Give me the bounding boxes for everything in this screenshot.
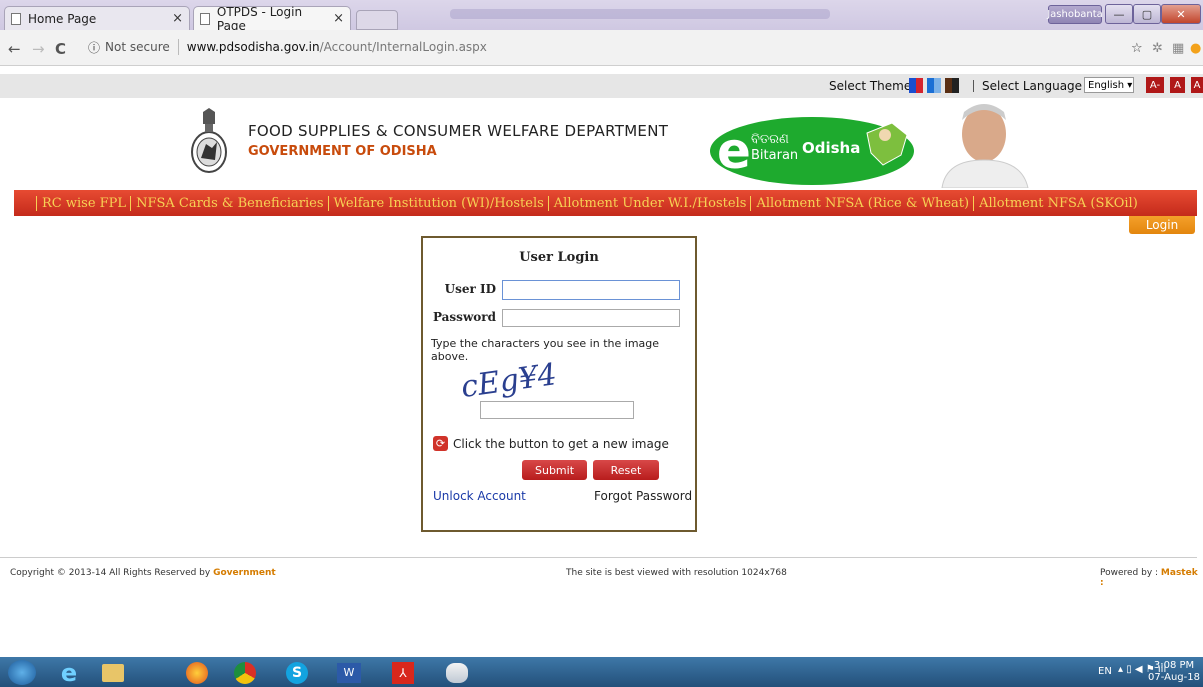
accessibility-bar: Select Theme Select Language English ▾ A… — [0, 74, 1203, 98]
state-emblem-icon — [191, 108, 227, 173]
firefox-icon[interactable] — [180, 660, 214, 685]
footer-divider — [0, 557, 1197, 558]
copyright-text: Copyright © 2013-14 All Rights Reserved … — [10, 568, 276, 578]
menu-item-allotment-wi[interactable]: Allotment Under W.I./Hostels — [547, 195, 751, 211]
font-normal-button[interactable]: A — [1170, 77, 1185, 93]
menu-item-allotment-skoil[interactable]: Allotment NFSA (SKOil) — [973, 195, 1142, 211]
page-icon — [11, 12, 21, 25]
user-id-input[interactable] — [502, 280, 680, 300]
user-id-label: User ID — [444, 282, 496, 296]
government-title: GOVERNMENT OF ODISHA — [248, 144, 437, 159]
info-icon[interactable]: ⓘ — [88, 39, 100, 56]
menu-item-welfare-institution[interactable]: Welfare Institution (WI)/Hostels — [327, 195, 548, 211]
font-decrease-button[interactable]: A- — [1146, 77, 1164, 93]
start-button-icon[interactable] — [8, 660, 36, 685]
chief-minister-photo — [936, 98, 1036, 188]
select-theme-label: Select Theme — [829, 79, 912, 93]
warning-icon[interactable]: ● — [1190, 41, 1201, 56]
main-menu: RC wise FPL NFSA Cards & Beneficiaries W… — [14, 190, 1197, 216]
login-title: User Login — [519, 250, 599, 265]
clock-date: 07-Aug-18 — [1148, 672, 1200, 683]
profile-badge[interactable]: Jashobanta — [1047, 5, 1103, 24]
login-tab-button[interactable]: Login — [1129, 216, 1195, 234]
logo-bitaran: Bitaran — [751, 148, 798, 163]
close-tab-icon[interactable]: × — [333, 11, 344, 26]
page-icon — [200, 12, 210, 25]
copyright-prefix: Copyright © 2013-14 All Rights Reserved … — [10, 568, 214, 578]
forgot-password-link[interactable]: Forgot Password — [594, 489, 692, 503]
captcha-image: cEg¥4 — [459, 357, 559, 402]
logo-odia: ବିତରଣ — [751, 132, 789, 147]
logo-odisha: Odisha — [802, 139, 860, 157]
menu-item-rc-wise-fpl[interactable]: RC wise FPL — [36, 195, 130, 211]
close-tab-icon[interactable]: × — [172, 11, 183, 26]
security-label: Not secure — [105, 40, 170, 54]
maximize-icon[interactable]: ▢ — [1133, 4, 1161, 24]
file-explorer-icon[interactable] — [96, 660, 130, 685]
powered-prefix: Powered by : — [1100, 568, 1161, 578]
system-clock[interactable]: 3:08 PM 07-Aug-18 — [1148, 660, 1200, 684]
powered-by-text: Powered by : Mastek : — [1100, 568, 1203, 588]
clock-time: 3:08 PM — [1153, 660, 1195, 671]
word-icon[interactable]: W — [332, 660, 366, 685]
address-bar[interactable]: ⓘ Not secure www.pdsodisha.gov.in/Accoun… — [88, 35, 1108, 59]
skype-icon[interactable]: S — [280, 660, 314, 685]
unlock-account-link[interactable]: Unlock Account — [433, 489, 526, 503]
input-language[interactable]: EN — [1098, 666, 1112, 677]
reset-button[interactable]: Reset — [593, 460, 659, 480]
menu-item-nfsa-cards[interactable]: NFSA Cards & Beneficiaries — [130, 195, 327, 211]
password-label: Password — [432, 310, 496, 324]
theme-swatch-blue2[interactable] — [927, 78, 934, 93]
theme-swatch-red[interactable] — [916, 78, 923, 93]
url-host: www.pdsodisha.gov.in — [186, 40, 320, 54]
refresh-captcha-text: Click the button to get a new image — [453, 437, 669, 451]
menu-item-allotment-rice-wheat[interactable]: Allotment NFSA (Rice & Wheat) — [750, 195, 973, 211]
extension-icon[interactable]: ✲ — [1152, 41, 1163, 56]
submit-button[interactable]: Submit — [522, 460, 587, 480]
back-icon[interactable]: ← — [8, 40, 21, 58]
captcha-text: cEg¥4 — [459, 357, 559, 402]
window-title-blur — [450, 9, 830, 19]
url-path: /Account/InternalLogin.aspx — [319, 40, 487, 54]
theme-swatch-dark[interactable] — [952, 78, 959, 93]
tab-label: Home Page — [28, 11, 97, 26]
tab-home-page[interactable]: Home Page × — [4, 6, 190, 30]
tab-label: OTPDS - Login Page — [216, 4, 303, 33]
close-window-icon[interactable]: ✕ — [1161, 4, 1201, 24]
theme-swatch-brown[interactable] — [945, 78, 952, 93]
forward-icon[interactable]: → — [32, 40, 45, 58]
tab-otpds-login[interactable]: OTPDS - Login Page × — [193, 4, 351, 33]
language-select[interactable]: English ▾ — [1084, 77, 1134, 93]
new-tab-button[interactable] — [356, 10, 398, 30]
chrome-icon[interactable] — [228, 660, 262, 685]
captcha-input[interactable] — [480, 401, 634, 419]
reload-icon[interactable]: C — [55, 40, 66, 58]
department-title: FOOD SUPPLIES & CONSUMER WELFARE DEPARTM… — [248, 122, 669, 140]
acrobat-icon[interactable]: ⅄ — [386, 660, 420, 685]
divider — [973, 80, 974, 92]
paint-icon[interactable] — [440, 660, 474, 685]
theme-swatch-lightblue[interactable] — [934, 78, 941, 93]
bookmark-star-icon[interactable]: ☆ — [1131, 41, 1143, 56]
government-link[interactable]: Government — [213, 568, 276, 578]
internet-explorer-icon[interactable]: e — [52, 659, 86, 687]
refresh-captcha-icon[interactable]: ⟳ — [433, 436, 448, 451]
password-input[interactable] — [502, 309, 680, 327]
divider — [177, 39, 179, 55]
font-increase-button[interactable]: A — [1191, 77, 1203, 93]
extension-icon[interactable]: ▦ — [1172, 41, 1184, 56]
e-bitaran-odisha-logo: e ବିତରଣ Bitaran Odisha — [710, 117, 914, 185]
logo-e: e — [717, 122, 751, 180]
login-panel: User Login User ID Password Type the cha… — [421, 236, 697, 532]
select-language-label: Select Language — [982, 79, 1083, 93]
resolution-note: The site is best viewed with resolution … — [566, 568, 787, 578]
theme-swatch-blue[interactable] — [909, 78, 916, 93]
minimize-icon[interactable]: — — [1105, 4, 1133, 24]
